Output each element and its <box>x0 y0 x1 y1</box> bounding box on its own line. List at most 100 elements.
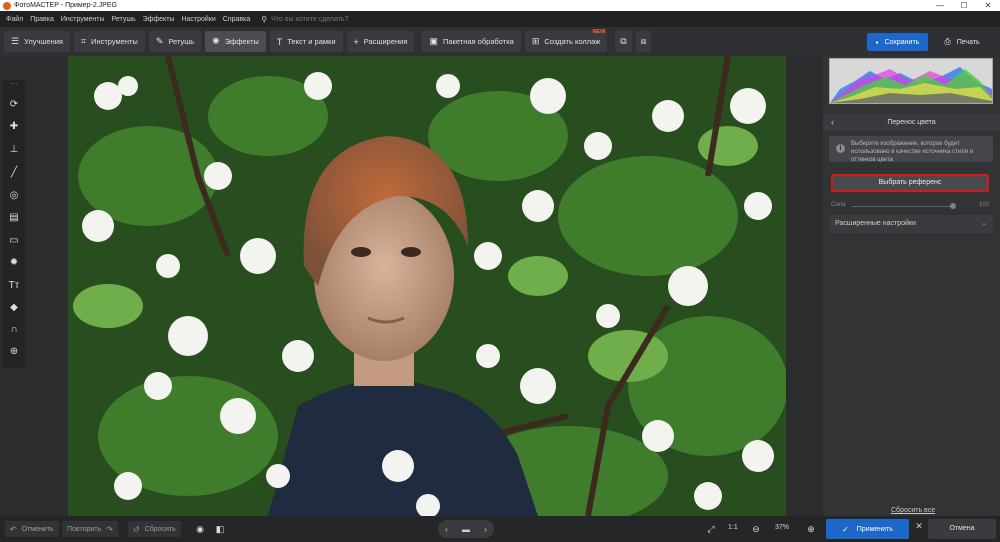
tab-label: Инструменты <box>91 37 138 46</box>
histogram <box>829 58 993 104</box>
advanced-label: Расширенные настройки <box>835 220 916 227</box>
text-icon[interactable]: Tт <box>3 277 25 293</box>
hint-text: Выберите изображение, которое будет испо… <box>851 141 974 163</box>
tab-enhancements[interactable]: ☰ Улучшения <box>4 31 70 52</box>
floppy-icon: ▪ <box>875 37 879 47</box>
compare-before-button[interactable]: ⧉ <box>615 31 632 52</box>
reset-icon: ↺ <box>133 524 140 534</box>
minimize-button[interactable]: — <box>928 1 952 10</box>
tab-retouch[interactable]: ✎ Ретушь <box>148 31 202 52</box>
panel-header: ‹ Перенос цвета <box>823 114 1000 131</box>
photo-preview[interactable] <box>68 56 786 516</box>
collage-label: Создать коллаж <box>544 37 601 46</box>
menu-help[interactable]: Справка <box>223 16 250 23</box>
file-navigation: ‹ ▬ › <box>438 520 494 538</box>
redo-label: Повторить <box>67 525 102 533</box>
window-title: ФотоМАСТЕР - Пример-2.JPEG <box>14 2 117 9</box>
maximize-button[interactable]: ☐ <box>952 1 976 10</box>
zoom-value: 37% <box>775 524 790 531</box>
brush-icon: ✎ <box>155 36 164 46</box>
advanced-settings-dropdown[interactable]: Расширенные настройки ⌄ <box>829 215 993 233</box>
sliders-icon: ☰ <box>11 36 20 46</box>
apply-button[interactable]: ✓ Применить <box>826 519 909 539</box>
strength-label: Сила <box>831 202 846 208</box>
print-label: Печать <box>956 38 980 46</box>
gradient-icon[interactable]: ▤ <box>3 209 25 225</box>
sun-icon[interactable]: ✹ <box>3 254 25 270</box>
batch-label: Пакетная обработка <box>442 37 514 46</box>
reset-label: Сбросить <box>144 525 176 533</box>
strength-slider[interactable]: Сила 100 <box>831 202 989 210</box>
slider-track[interactable] <box>851 206 955 207</box>
tab-text-frames[interactable]: T Текст и рамки <box>269 31 343 52</box>
menu-settings[interactable]: Настройки <box>181 16 215 23</box>
batch-processing-button[interactable]: ▣ Пакетная обработка <box>422 31 521 52</box>
zoom-out-icon[interactable]: ⊖ <box>749 521 763 537</box>
reset-button[interactable]: ↺ Сбросить <box>128 521 181 537</box>
split-view-icon: ⧈ <box>640 36 647 46</box>
collage-icon: ⊞ <box>531 36 540 46</box>
undo-label: Отменить <box>21 525 54 533</box>
bandage-icon[interactable]: ✚ <box>3 118 25 134</box>
menu-tools[interactable]: Инструменты <box>61 16 105 23</box>
tab-tools[interactable]: ⌗ Инструменты <box>73 31 145 52</box>
menu-retouch[interactable]: Ретушь <box>112 16 136 23</box>
arrows-icon[interactable]: ⟳ <box>3 96 25 112</box>
choose-reference-button[interactable]: Выбрать референс <box>831 174 989 192</box>
fit-screen-icon[interactable]: ⤢ <box>703 521 719 537</box>
menu-effects[interactable]: Эффекты <box>143 16 175 23</box>
histogram-graph <box>830 67 992 103</box>
info-icon: i <box>836 144 845 153</box>
menu-edit[interactable]: Правка <box>30 16 54 23</box>
back-chevron-icon[interactable]: ‹ <box>831 114 834 131</box>
zoom-in-icon[interactable]: ⊕ <box>804 521 818 537</box>
menu-file[interactable]: Файл <box>6 16 23 23</box>
next-arrow-icon[interactable]: › <box>484 525 487 534</box>
redo-button[interactable]: Повторить ↷ <box>62 521 118 537</box>
save-button[interactable]: ▪ Сохранить <box>867 33 928 51</box>
close-icon[interactable]: ✕ <box>912 521 926 537</box>
search-icon: ⚲ <box>261 14 268 24</box>
redo-icon: ↷ <box>106 524 113 534</box>
tab-label: Улучшения <box>24 37 63 46</box>
tab-label: Текст и рамки <box>287 37 336 46</box>
main-toolbar: ☰ Улучшения ⌗ Инструменты ✎ Ретушь ✺ Эфф… <box>0 27 1000 56</box>
cancel-button[interactable]: Отмена <box>928 519 996 539</box>
right-panel: ‹ Перенос цвета i Выберите изображение, … <box>823 56 1000 516</box>
compare-split-icon[interactable]: ◧ <box>212 521 228 537</box>
bucket-icon[interactable]: ◆ <box>3 299 25 315</box>
apply-label: Применить <box>856 525 893 533</box>
close-button[interactable]: ✕ <box>976 1 1000 10</box>
reset-all-link[interactable]: Сбросить все <box>891 507 935 514</box>
slider-knob[interactable] <box>949 203 956 209</box>
prev-arrow-icon[interactable]: ‹ <box>445 525 448 534</box>
undo-button[interactable]: ↶ Отменить <box>5 521 59 537</box>
plus-icon: + <box>353 36 359 47</box>
brush-icon[interactable]: ╱ <box>3 164 25 180</box>
spot-icon[interactable]: ◎ <box>3 187 25 203</box>
eye-icon[interactable]: ◉ <box>192 521 208 537</box>
globe-icon[interactable]: ⊕ <box>3 343 25 359</box>
tab-effects[interactable]: ✺ Эффекты <box>205 31 266 52</box>
hint-box: i Выберите изображение, которое будет ис… <box>829 136 993 163</box>
search-placeholder: Что вы хотите сделать? <box>271 15 349 23</box>
canvas-area <box>29 56 822 516</box>
menu-search[interactable]: ⚲ Что вы хотите сделать? <box>261 15 348 24</box>
magnet-icon[interactable]: ∩ <box>3 321 25 337</box>
panel-title: Перенос цвета <box>887 119 936 126</box>
compare-icon: ⧉ <box>620 36 627 46</box>
stamp-icon[interactable]: ⊥ <box>3 141 25 157</box>
compare-after-button[interactable]: ⧈ <box>635 31 652 52</box>
folder-icon[interactable]: ▬ <box>462 525 470 534</box>
tab-extensions[interactable]: + Расширения <box>346 31 415 52</box>
sparkle-icon: ✺ <box>212 36 220 46</box>
zoom-one-to-one[interactable]: 1:1 <box>728 524 738 531</box>
create-collage-button[interactable]: ⊞ Создать коллаж NEW <box>524 29 608 52</box>
left-tool-strip: ⋯ ⟳ ✚ ⊥ ╱ ◎ ▤ ▭ ✹ Tт ◆ ∩ ⊕ <box>3 80 25 368</box>
print-button[interactable]: ⎙ Печать <box>932 33 992 51</box>
text-icon: T <box>276 36 283 47</box>
photo-image <box>68 56 786 516</box>
tab-label: Ретушь <box>168 37 195 46</box>
vignette-icon[interactable]: ▭ <box>3 232 25 248</box>
new-badge: NEW <box>592 29 606 35</box>
